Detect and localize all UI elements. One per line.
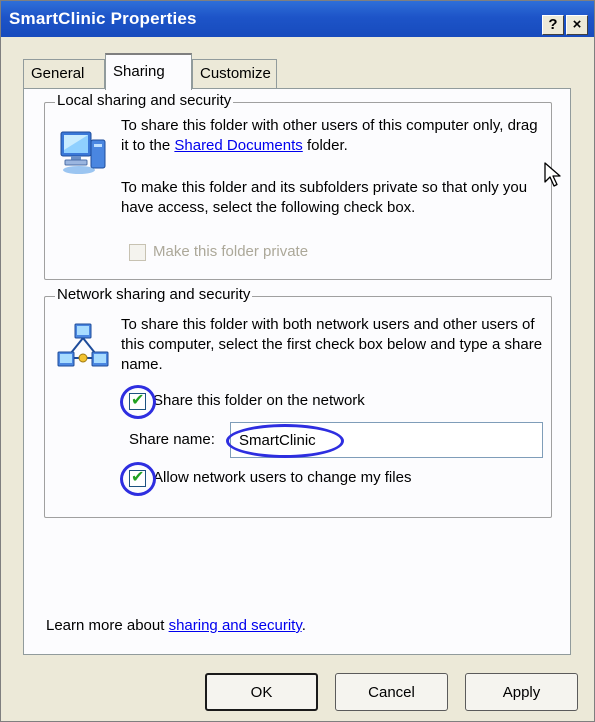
make-private-label: Make this folder private (153, 243, 309, 260)
help-button[interactable]: ? (542, 15, 564, 35)
share-on-network-checkbox[interactable]: ✔ (129, 392, 146, 410)
close-button[interactable]: × (566, 15, 588, 35)
window-title: SmartClinic Properties (9, 9, 197, 28)
apply-button[interactable]: Apply (465, 673, 578, 711)
allow-change-checkbox[interactable]: ✔ (129, 469, 146, 487)
make-private-checkbox[interactable] (129, 244, 146, 261)
local-instructions-2: To make this folder and its subfolders p… (121, 179, 528, 216)
sharing-security-link[interactable]: sharing and security (169, 617, 302, 634)
share-name-label: Share name: (129, 431, 215, 448)
tab-customize[interactable]: Customize (192, 59, 277, 89)
mouse-cursor-icon (544, 162, 562, 192)
network-instructions: To share this folder with both network u… (121, 316, 543, 373)
allow-change-label: Allow network users to change my files (153, 469, 412, 486)
computer-icon (57, 126, 109, 182)
share-name-input[interactable] (230, 422, 543, 458)
sharing-panel: Local sharing and security To share this… (23, 88, 571, 655)
title-bar[interactable]: SmartClinic Properties ? × (1, 1, 594, 37)
checkmark-icon: ✔ (131, 469, 145, 486)
network-sharing-group: Network sharing and security To share th… (44, 286, 552, 518)
network-group-title: Network sharing and security (55, 286, 253, 303)
tab-general[interactable]: General (23, 59, 105, 89)
local-group-title: Local sharing and security (55, 92, 234, 109)
network-icon (55, 322, 111, 378)
properties-dialog: SmartClinic Properties ? × General Shari… (0, 0, 595, 722)
local-sharing-group: Local sharing and security To share this… (44, 92, 552, 280)
cancel-button[interactable]: Cancel (335, 673, 448, 711)
tab-sharing[interactable]: Sharing (105, 53, 192, 90)
checkmark-icon: ✔ (131, 392, 145, 409)
shared-documents-link[interactable]: Shared Documents (174, 137, 302, 154)
share-on-network-label: Share this folder on the network (153, 392, 365, 409)
learn-more-text: Learn more about sharing and security. (46, 617, 306, 634)
local-instructions-1: To share this folder with other users of… (121, 117, 538, 154)
ok-button[interactable]: OK (205, 673, 318, 711)
